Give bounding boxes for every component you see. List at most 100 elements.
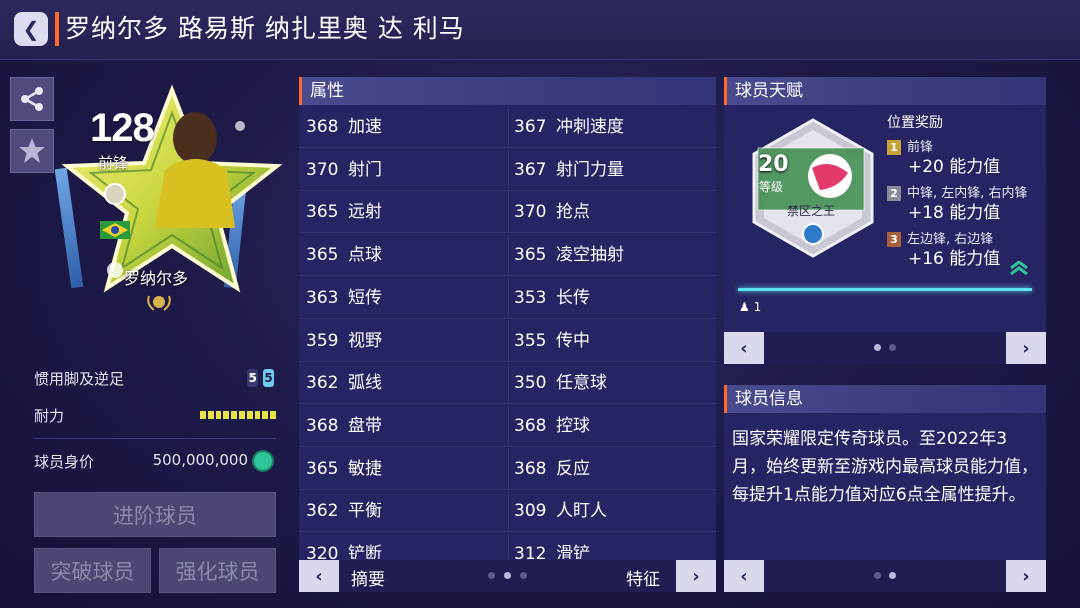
stamina-row: 耐力	[34, 405, 276, 425]
attribute-name: 滑铲	[556, 544, 590, 559]
page-dot	[889, 344, 896, 351]
attribute-column-divider	[508, 533, 509, 559]
player-info-description: 国家荣耀限定传奇球员。至2022年3月，始终更新至游戏内最高球员能力值，每提升1…	[732, 429, 1038, 505]
talent-count: ♟ 1	[739, 300, 761, 314]
attribute-name: 远射	[348, 202, 382, 223]
attribute-cell[interactable]: 365 远射	[306, 191, 382, 233]
attribute-cell[interactable]: 363 短传	[306, 277, 382, 319]
breakthrough-player-button[interactable]: 突破球员	[34, 548, 151, 593]
attribute-cell[interactable]: 309 人盯人	[514, 490, 607, 532]
stamina-segment	[200, 411, 206, 419]
attribute-name: 凌空抽射	[556, 245, 624, 266]
favorite-button[interactable]	[10, 129, 54, 173]
attributes-grid[interactable]: 368 加速 367 冲刺速度 370 射门 367 射门力量 365 远射 370 抢点 365 点球 3…	[300, 106, 716, 559]
player-info-title: 球员信息	[724, 385, 1046, 413]
attributes-title: 属性	[299, 77, 716, 105]
attribute-value: 370	[306, 159, 339, 180]
attribute-cell[interactable]: 370 抢点	[514, 191, 590, 233]
attribute-cell[interactable]: 365 敏捷	[306, 448, 382, 490]
attribute-cell[interactable]: 362 平衡	[306, 490, 382, 532]
attribute-cell[interactable]: 359 视野	[306, 320, 382, 362]
attribute-value: 368	[306, 415, 339, 436]
attributes-nav: ‹ 摘要 特征 ›	[299, 560, 716, 592]
back-button[interactable]: ❮	[14, 12, 48, 46]
attribute-cell[interactable]: 367 冲刺速度	[514, 106, 624, 148]
bonus-value: +16 能力值	[908, 249, 1001, 269]
advance-player-button[interactable]: 进阶球员	[34, 492, 276, 537]
talent-prev-button[interactable]: ‹	[724, 332, 764, 364]
top-bar: ❮ 罗纳尔多 路易斯 纳扎里奥 达 利马	[0, 0, 1080, 60]
attribute-cell[interactable]: 362 弧线	[306, 362, 382, 404]
attribute-cell[interactable]: 355 传中	[514, 320, 590, 362]
page-dot	[488, 572, 495, 579]
attributes-next-button[interactable]: ›	[676, 560, 716, 592]
attribute-value: 368	[514, 415, 547, 436]
attributes-nav-left-label[interactable]: 摘要	[351, 565, 385, 590]
attribute-cell[interactable]: 370 射门	[306, 149, 382, 191]
attributes-prev-button[interactable]: ‹	[299, 560, 339, 592]
share-button[interactable]	[10, 77, 54, 121]
attribute-row: 368 盘带 368 控球	[300, 404, 716, 447]
bonus-rank-badge: 2	[887, 186, 901, 201]
attribute-cell[interactable]: 365 凌空抽射	[514, 234, 624, 276]
foot-label: 惯用脚及逆足	[34, 370, 125, 388]
bonus-value: +20 能力值	[908, 157, 1001, 177]
page-dot-active	[889, 572, 896, 579]
bonus-rank-badge: 1	[887, 140, 901, 155]
stamina-segment	[246, 411, 253, 419]
talent-next-button[interactable]: ›	[1006, 332, 1046, 364]
card-position: 前锋	[98, 154, 129, 172]
talent-progress-bar	[738, 288, 1032, 291]
brazil-flag-icon	[100, 221, 130, 239]
attribute-row: 362 平衡 309 人盯人	[300, 490, 716, 533]
laurel-icon	[146, 292, 172, 312]
attribute-cell[interactable]: 368 控球	[514, 405, 590, 447]
attribute-row: 365 敏捷 368 反应	[300, 447, 716, 490]
attribute-name: 人盯人	[556, 501, 607, 522]
attribute-cell[interactable]: 353 长传	[514, 277, 590, 319]
attribute-column-divider	[508, 234, 509, 277]
page-dot	[874, 572, 881, 579]
player-info-prev-button[interactable]: ‹	[724, 560, 764, 592]
attribute-value: 363	[306, 287, 339, 308]
attribute-value: 350	[514, 373, 547, 394]
attribute-name: 任意球	[556, 373, 607, 394]
attribute-cell[interactable]: 368 加速	[306, 106, 382, 148]
attribute-cell[interactable]: 350 任意球	[514, 362, 607, 404]
attribute-cell[interactable]: 368 反应	[514, 448, 590, 490]
foot-weak-value: 5	[263, 369, 274, 387]
attribute-row: 370 射门 367 射门力量	[300, 148, 716, 191]
stamina-segment	[254, 411, 261, 419]
attribute-cell[interactable]: 312 滑铲	[514, 533, 590, 559]
share-icon	[21, 87, 43, 111]
bonus-value: +18 能力值	[908, 203, 1001, 223]
attribute-name: 传中	[556, 330, 590, 351]
attribute-value: 368	[514, 458, 547, 479]
attribute-value: 365	[514, 245, 547, 266]
player-info-next-button[interactable]: ›	[1006, 560, 1046, 592]
attribute-cell[interactable]: 365 点球	[306, 234, 382, 276]
attribute-value: 355	[514, 330, 547, 351]
attribute-name: 长传	[556, 287, 590, 308]
stamina-label: 耐力	[34, 407, 65, 425]
star-icon	[19, 138, 45, 163]
attribute-cell[interactable]: 367 射门力量	[514, 149, 624, 191]
talent-name: 禁区之王	[787, 204, 836, 218]
attribute-cell[interactable]: 368 盘带	[306, 405, 382, 447]
attributes-nav-right-label[interactable]: 特征	[626, 565, 660, 590]
icon-badge	[104, 183, 126, 205]
bonus-rank-badge: 3	[887, 232, 901, 247]
attribute-cell[interactable]: 320 铲断	[306, 533, 382, 559]
attribute-value: 362	[306, 373, 339, 394]
talent-nav: ‹ ›	[724, 332, 1046, 364]
attribute-value: 359	[306, 330, 339, 351]
page-dot-active	[504, 572, 511, 579]
page-dot	[520, 572, 527, 579]
foot-values: 5 5	[247, 368, 274, 387]
attribute-name: 弧线	[348, 373, 382, 394]
attribute-name: 射门力量	[556, 159, 624, 180]
attribute-column-divider	[508, 447, 509, 490]
enhance-player-button[interactable]: 强化球员	[159, 548, 276, 593]
attribute-column-divider	[508, 191, 509, 234]
chevron-left-icon: ❮	[22, 17, 40, 41]
